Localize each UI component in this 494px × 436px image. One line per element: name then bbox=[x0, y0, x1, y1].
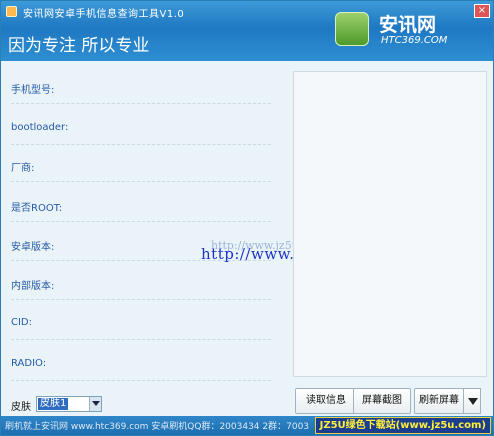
window-title: 安讯网安卓手机信息查询工具V1.0 bbox=[23, 9, 185, 20]
field-label: CID: bbox=[11, 317, 33, 328]
field-cid: CID: bbox=[11, 317, 271, 347]
field-label: bootloader: bbox=[11, 122, 69, 133]
field-root-status: 是否ROOT: bbox=[11, 199, 271, 229]
field-divider bbox=[11, 299, 271, 300]
android-logo-icon bbox=[335, 12, 369, 46]
field-divider bbox=[11, 339, 271, 340]
skin-select[interactable]: 皮肤1 bbox=[36, 396, 102, 412]
field-bootloader: bootloader: bbox=[11, 122, 271, 152]
field-phone-model: 手机型号: bbox=[11, 81, 271, 111]
skin-selected-value: 皮肤1 bbox=[38, 398, 69, 410]
refresh-screen-button[interactable]: 刷新屏幕 bbox=[414, 388, 464, 414]
field-divider bbox=[11, 103, 271, 104]
read-info-button[interactable]: 读取信息 bbox=[295, 388, 357, 414]
field-label: 安卓版本: bbox=[11, 242, 55, 253]
field-divider bbox=[11, 380, 271, 381]
title-bar[interactable]: 安讯网安卓手机信息查询工具V1.0 因为专注 所以专业 安讯网 HTC369.C… bbox=[1, 1, 493, 61]
chevron-down-icon[interactable] bbox=[89, 397, 101, 411]
slogan-text: 因为专注 所以专业 bbox=[8, 36, 150, 56]
field-build-number: 内部版本: bbox=[11, 277, 271, 307]
field-radio: RADIO: bbox=[11, 358, 271, 388]
field-divider bbox=[11, 144, 271, 145]
status-text: 刷机就上安讯网 www.htc369.com 安卓刷机QQ群：2003434 2… bbox=[5, 422, 310, 432]
skin-label: 皮肤 bbox=[11, 402, 31, 413]
close-button[interactable]: × bbox=[474, 4, 490, 18]
logo-subtext: HTC369.COM bbox=[381, 35, 448, 46]
screenshot-button[interactable]: 屏幕截图 bbox=[353, 388, 411, 414]
screen-preview-panel bbox=[293, 71, 487, 377]
field-divider bbox=[11, 221, 271, 222]
field-label: 厂商: bbox=[11, 163, 35, 174]
field-label: RADIO: bbox=[11, 358, 47, 369]
field-label: 内部版本: bbox=[11, 281, 55, 292]
logo-text: 安讯网 bbox=[379, 14, 437, 36]
field-label: 手机型号: bbox=[11, 85, 55, 96]
app-icon bbox=[6, 6, 17, 17]
refresh-dropdown-button[interactable] bbox=[463, 388, 481, 414]
app-window: 安讯网安卓手机信息查询工具V1.0 因为专注 所以专业 安讯网 HTC369.C… bbox=[0, 0, 494, 436]
field-manufacturer: 厂商: bbox=[11, 159, 271, 189]
field-divider bbox=[11, 181, 271, 182]
site-badge: JZ5U绿色下载站(www.jz5u.com) bbox=[314, 417, 491, 434]
field-label: 是否ROOT: bbox=[11, 203, 63, 214]
brand-logo: 安讯网 HTC369.COM bbox=[335, 10, 465, 50]
